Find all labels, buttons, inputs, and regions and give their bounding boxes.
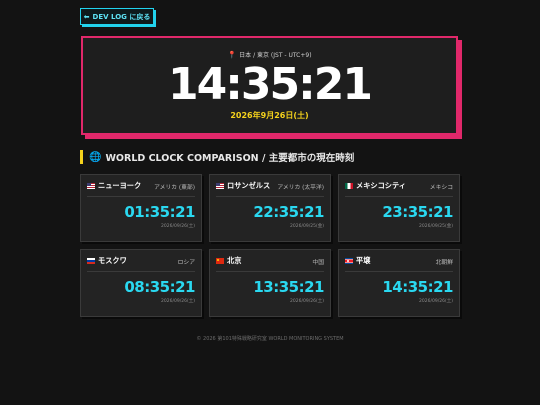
city-time: 08:35:21	[124, 278, 195, 296]
mexico-flag-icon	[345, 183, 353, 189]
city-card-beijing: 北京 中国 13:35:21 2026/09/26(土)	[209, 249, 331, 317]
city-card-los-angeles: ロサンゼルス アメリカ (太平洋) 22:35:21 2026/09/25(金)	[209, 174, 331, 242]
country-name: ロシア	[177, 259, 195, 266]
location-line: 📍 日本 / 東京 (JST - UTC+9)	[83, 50, 456, 60]
city-date: 2026/09/26(土)	[290, 299, 324, 304]
city-card-moscow: モスクワ ロシア 08:35:21 2026/09/26(土)	[80, 249, 202, 317]
back-button-label: DEV LOG に戻る	[92, 12, 151, 21]
us-flag-icon	[87, 183, 95, 189]
back-to-devlog-button[interactable]: ⬅ DEV LOG に戻る	[80, 8, 154, 25]
main-time: 14:35:21	[168, 59, 373, 110]
china-flag-icon	[216, 258, 224, 264]
footer-copyright: © 2026 第101特殊戦略研究室 WORLD MONITORING SYST…	[196, 336, 344, 342]
city-card-pyongyang: 平壌 北朝鮮 14:35:21 2026/09/26(土)	[338, 249, 460, 317]
country-name: アメリカ (太平洋)	[277, 184, 324, 191]
city-time: 22:35:21	[253, 203, 324, 221]
city-date: 2026/09/25(金)	[290, 224, 324, 229]
location-label: 日本 / 東京 (JST - UTC+9)	[239, 52, 312, 59]
russia-flag-icon	[87, 258, 95, 264]
arrow-left-icon: ⬅	[83, 12, 90, 21]
city-date: 2026/09/26(土)	[161, 224, 195, 229]
main-clock-panel: 📍 日本 / 東京 (JST - UTC+9) 14:35:21 2026年9月…	[81, 36, 458, 135]
city-name: メキシコシティ	[356, 181, 406, 190]
city-time: 13:35:21	[253, 278, 324, 296]
main-date: 2026年9月26日(土)	[230, 111, 309, 120]
city-card-mexico-city: メキシコシティ メキシコ 23:35:21 2026/09/25(金)	[338, 174, 460, 242]
city-time: 01:35:21	[124, 203, 195, 221]
section-heading: 🌐 WORLD CLOCK COMPARISON / 主要都市の現在時刻	[80, 150, 354, 164]
country-name: アメリカ (東部)	[154, 184, 195, 191]
city-name: ロサンゼルス	[227, 181, 271, 190]
city-name: ニューヨーク	[98, 181, 142, 190]
section-title-text: WORLD CLOCK COMPARISON / 主要都市の現在時刻	[105, 153, 355, 164]
city-time: 14:35:21	[382, 278, 453, 296]
north-korea-flag-icon	[345, 258, 353, 264]
city-date: 2026/09/26(土)	[161, 299, 195, 304]
city-name: 北京	[227, 256, 242, 265]
city-date: 2026/09/25(金)	[419, 224, 453, 229]
country-name: メキシコ	[429, 184, 453, 191]
us-flag-icon	[216, 183, 224, 189]
city-name: モスクワ	[98, 256, 127, 265]
city-name: 平壌	[356, 256, 371, 265]
country-name: 北朝鮮	[435, 259, 453, 266]
city-time: 23:35:21	[382, 203, 453, 221]
country-name: 中国	[312, 259, 324, 266]
pin-icon: 📍	[227, 50, 237, 59]
city-date: 2026/09/26(土)	[419, 299, 453, 304]
globe-icon: 🌐	[89, 151, 102, 163]
city-card-new-york: ニューヨーク アメリカ (東部) 01:35:21 2026/09/26(土)	[80, 174, 202, 242]
